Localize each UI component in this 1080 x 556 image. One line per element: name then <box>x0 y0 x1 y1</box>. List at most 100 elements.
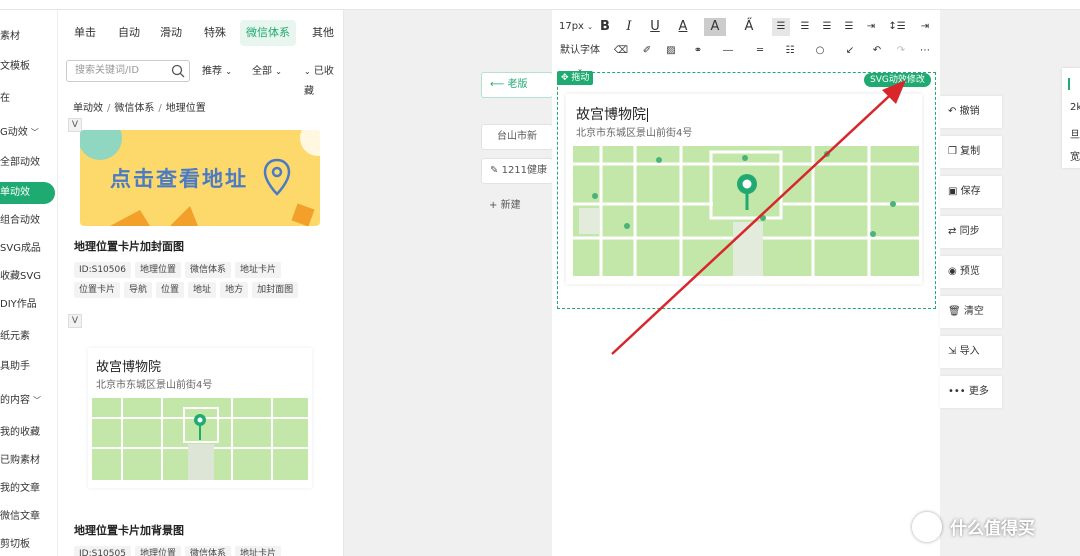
top-bar <box>0 0 1080 10</box>
nav-item[interactable]: 纸元素 <box>0 326 58 348</box>
tag-row: ID:S10506 地理位置 微信体系 地址卡片 <box>74 262 285 278</box>
tag[interactable]: 位置 <box>156 282 185 298</box>
tag[interactable]: 地址卡片 <box>235 262 282 278</box>
article-tab[interactable]: 台山市新 <box>481 124 553 150</box>
more-button[interactable]: ••• 更多 <box>940 376 1002 408</box>
filter-all[interactable]: 全部 ⌄ <box>252 62 282 82</box>
nav-item[interactable]: 收藏SVG <box>0 266 58 288</box>
new-article-button[interactable]: + 新建 <box>481 194 553 220</box>
bulb-icon[interactable]: ○ <box>808 42 832 60</box>
nav-item[interactable]: 具助手 <box>0 356 58 378</box>
link-icon[interactable]: ⚭ <box>686 42 710 60</box>
exit-icon[interactable]: ⇥ <box>916 18 934 36</box>
bold-icon[interactable]: B <box>598 18 612 36</box>
tag[interactable]: 加封面图 <box>252 282 299 298</box>
tag[interactable]: 地方 <box>220 282 249 298</box>
tag[interactable]: ID:S10505 <box>74 546 131 556</box>
tag[interactable]: 位置卡片 <box>74 282 121 298</box>
nav-item[interactable]: 素材 <box>0 26 58 48</box>
nav-item-group[interactable]: 的内容 ﹀ <box>0 390 58 412</box>
sync-icon: ⇄ <box>948 226 957 237</box>
filter-favorited[interactable]: ⌄ 已收藏 <box>304 62 343 97</box>
more-icon: ••• <box>948 386 966 397</box>
divider-icon[interactable]: ― <box>716 42 740 60</box>
clear-button[interactable]: 🗑 清空 <box>940 296 1002 328</box>
nav-item[interactable]: 组合动效 <box>0 210 58 232</box>
breadcrumb-item[interactable]: 微信体系 <box>114 103 154 114</box>
preview-button[interactable]: ◉ 预览 <box>940 256 1002 288</box>
old-version-button[interactable]: ⟵ 老版 <box>481 72 553 98</box>
align-justify-icon[interactable]: ☰ <box>840 18 858 36</box>
sync-button[interactable]: ⇄ 同步 <box>940 216 1002 248</box>
tab-wechat[interactable]: 微信体系 <box>240 20 296 46</box>
tag[interactable]: 微信体系 <box>184 262 231 278</box>
left-nav: 素材 文模板 在 G动效 ﹀ 全部动效 单动效 组合动效 SVG成品 收藏SVG … <box>0 10 58 556</box>
rotate-icon[interactable]: ↙ <box>838 42 862 60</box>
drag-handle[interactable]: ✥ 拖动 <box>557 71 594 85</box>
font-size-select[interactable]: 17px ⌄ <box>558 18 594 36</box>
redo-icon[interactable]: ↷ <box>892 42 910 60</box>
nav-item[interactable]: SVG成品 <box>0 238 58 260</box>
tag[interactable]: 地理位置 <box>134 262 181 278</box>
tag[interactable]: 地址卡片 <box>235 546 282 556</box>
align-left-icon[interactable]: ☰ <box>772 18 790 36</box>
save-button[interactable]: ▣ 保存 <box>940 176 1002 208</box>
nav-item-active[interactable]: 单动效 <box>0 182 55 204</box>
search-input[interactable]: 搜索关键词/ID <box>66 60 190 82</box>
undo-icon[interactable]: ↶ <box>868 42 886 60</box>
tab-click[interactable]: 单击 <box>68 20 102 46</box>
nav-item[interactable]: 我的收藏 <box>0 422 58 444</box>
chevron-down-icon: ⌄ <box>587 23 594 31</box>
indent-icon[interactable]: ⇥ <box>862 18 880 36</box>
place-name-field[interactable]: 故宫博物院 <box>576 104 648 124</box>
format-painter-icon[interactable]: ✐ <box>638 42 656 60</box>
tab-slide[interactable]: 滑动 <box>154 20 188 46</box>
category-tabs: 单击 自动 滑动 特殊 微信体系 其他 <box>58 20 344 46</box>
align-center-icon[interactable]: ☰ <box>796 18 814 36</box>
align-right-icon[interactable]: ☰ <box>818 18 836 36</box>
align-block-icon[interactable]: ☷ <box>778 42 802 60</box>
nav-item[interactable]: 全部动效 <box>0 152 58 174</box>
undo-button[interactable]: ↶ 撤销 <box>940 96 1002 128</box>
eraser-icon[interactable]: ⌫ <box>612 42 630 60</box>
tag[interactable]: 导航 <box>124 282 153 298</box>
text-effect-icon[interactable]: A̋ <box>738 18 760 36</box>
font-color-icon[interactable]: A <box>672 18 694 36</box>
tab-auto[interactable]: 自动 <box>112 20 146 46</box>
nav-item-group[interactable]: G动效 ﹀ <box>0 122 58 144</box>
image-icon[interactable]: ▨ <box>662 42 680 60</box>
underline-icon[interactable]: U <box>644 18 666 36</box>
nav-item[interactable]: 已购素材 <box>0 450 58 472</box>
tag[interactable]: 微信体系 <box>184 546 231 556</box>
filter-recommend[interactable]: 推荐 ⌄ <box>202 62 232 82</box>
location-card-preview[interactable]: 故宫博物院 北京市东城区景山前街4号 <box>88 348 312 488</box>
tag[interactable]: ID:S10506 <box>74 262 131 278</box>
nav-item[interactable]: 剪切板 <box>0 534 58 556</box>
line-height-icon[interactable]: ↕☰ <box>886 18 908 36</box>
italic-icon[interactable]: I <box>622 18 636 36</box>
import-button[interactable]: ⇲ 导入 <box>940 336 1002 368</box>
article-tab[interactable]: ✎ 1211健康 <box>481 158 553 184</box>
copy-button[interactable]: ❐ 复制 <box>940 136 1002 168</box>
tag[interactable]: 地理位置 <box>134 546 181 556</box>
font-family-select[interactable]: 默认字体 ⌄ <box>558 42 602 73</box>
map-image <box>92 398 308 480</box>
panel-item: 宽 <box>1070 152 1080 163</box>
nav-item[interactable]: DIY作品 <box>0 294 58 316</box>
breadcrumb-item[interactable]: 单动效 <box>73 103 103 114</box>
tag[interactable]: 地址 <box>188 282 217 298</box>
nav-item[interactable]: 我的文章 <box>0 478 58 500</box>
tab-other[interactable]: 其他 <box>306 20 340 46</box>
search-icon[interactable] <box>171 64 185 78</box>
svg-edit-button[interactable]: SVG动效修改 <box>864 73 931 87</box>
location-card[interactable]: 故宫博物院 北京市东城区景山前街4号 <box>566 94 922 284</box>
cover-image[interactable]: 点击查看地址 <box>80 130 320 226</box>
tab-special[interactable]: 特殊 <box>198 20 232 46</box>
border-icon[interactable]: ═ <box>748 42 772 60</box>
nav-item[interactable]: 微信文章 <box>0 506 58 528</box>
more-icon[interactable]: ⋯ <box>916 42 934 60</box>
nav-item[interactable]: 在 <box>0 88 58 110</box>
nav-item[interactable]: 文模板 <box>0 56 58 78</box>
background-color-icon[interactable]: A <box>704 18 726 36</box>
nav-item-label: 的内容 <box>0 395 30 406</box>
